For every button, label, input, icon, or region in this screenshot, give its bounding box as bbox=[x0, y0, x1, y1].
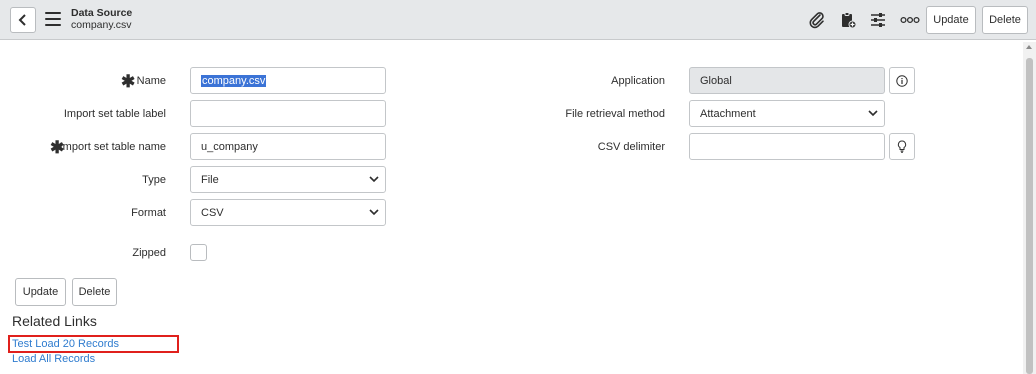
info-icon bbox=[896, 74, 908, 87]
clipboard-add-icon[interactable] bbox=[837, 9, 859, 31]
more-icon[interactable] bbox=[898, 9, 922, 31]
application-info-button[interactable] bbox=[889, 67, 915, 94]
import-set-table-name-label: Import set table name bbox=[59, 141, 166, 153]
import-set-table-name-field[interactable]: u_company bbox=[190, 133, 386, 160]
application-field: Global bbox=[689, 67, 885, 94]
load-all-records-link[interactable]: Load All Records bbox=[12, 353, 95, 365]
application-value: Global bbox=[700, 74, 732, 87]
page-title: Data Source bbox=[71, 7, 133, 19]
form-header: Data Source company.csv Update Delete bbox=[0, 0, 1036, 40]
file-retrieval-method-label: File retrieval method bbox=[565, 108, 665, 120]
chevron-down-icon bbox=[369, 209, 379, 216]
header-delete-button[interactable]: Delete bbox=[982, 6, 1028, 34]
type-select[interactable]: File bbox=[190, 166, 386, 193]
csv-delimiter-field[interactable] bbox=[689, 133, 885, 160]
name-field[interactable]: company.csv bbox=[190, 67, 386, 94]
scroll-up-icon[interactable] bbox=[1026, 45, 1032, 49]
zipped-checkbox[interactable] bbox=[190, 244, 207, 261]
related-links-heading: Related Links bbox=[12, 313, 97, 329]
format-select[interactable]: CSV bbox=[190, 199, 386, 226]
format-label: Format bbox=[131, 207, 166, 219]
back-icon bbox=[18, 14, 26, 26]
scrollbar-thumb[interactable] bbox=[1026, 58, 1033, 374]
lightbulb-icon bbox=[897, 140, 907, 153]
chevron-down-icon bbox=[369, 176, 379, 183]
sliders-icon[interactable] bbox=[867, 9, 889, 31]
back-button[interactable] bbox=[10, 7, 36, 33]
file-retrieval-method-select[interactable]: Attachment bbox=[689, 100, 885, 127]
update-button[interactable]: Update bbox=[15, 278, 66, 306]
required-marker: ✱ bbox=[121, 72, 136, 91]
record-name: company.csv bbox=[71, 19, 132, 31]
format-value: CSV bbox=[201, 206, 224, 219]
csv-delimiter-label: CSV delimiter bbox=[597, 141, 665, 153]
application-label: Application bbox=[611, 75, 665, 87]
paperclip-icon[interactable] bbox=[806, 9, 828, 31]
file-retrieval-method-value: Attachment bbox=[700, 107, 756, 120]
type-value: File bbox=[201, 173, 219, 186]
record-title: Data Source company.csv bbox=[71, 7, 132, 31]
import-set-table-label-label: Import set table label bbox=[63, 108, 166, 120]
csv-delimiter-hint-button[interactable] bbox=[889, 133, 915, 160]
zipped-label: Zipped bbox=[132, 247, 166, 259]
delete-button[interactable]: Delete bbox=[72, 278, 117, 306]
name-label: Name bbox=[136, 75, 166, 87]
menu-icon[interactable] bbox=[45, 12, 61, 26]
import-set-table-name-value: u_company bbox=[201, 140, 258, 153]
name-value: company.csv bbox=[201, 74, 267, 87]
test-load-20-records-link[interactable]: Test Load 20 Records bbox=[12, 338, 119, 350]
header-update-button[interactable]: Update bbox=[926, 6, 976, 34]
chevron-down-icon bbox=[868, 110, 878, 117]
import-set-table-label-field[interactable] bbox=[190, 100, 386, 127]
type-label: Type bbox=[142, 174, 166, 186]
